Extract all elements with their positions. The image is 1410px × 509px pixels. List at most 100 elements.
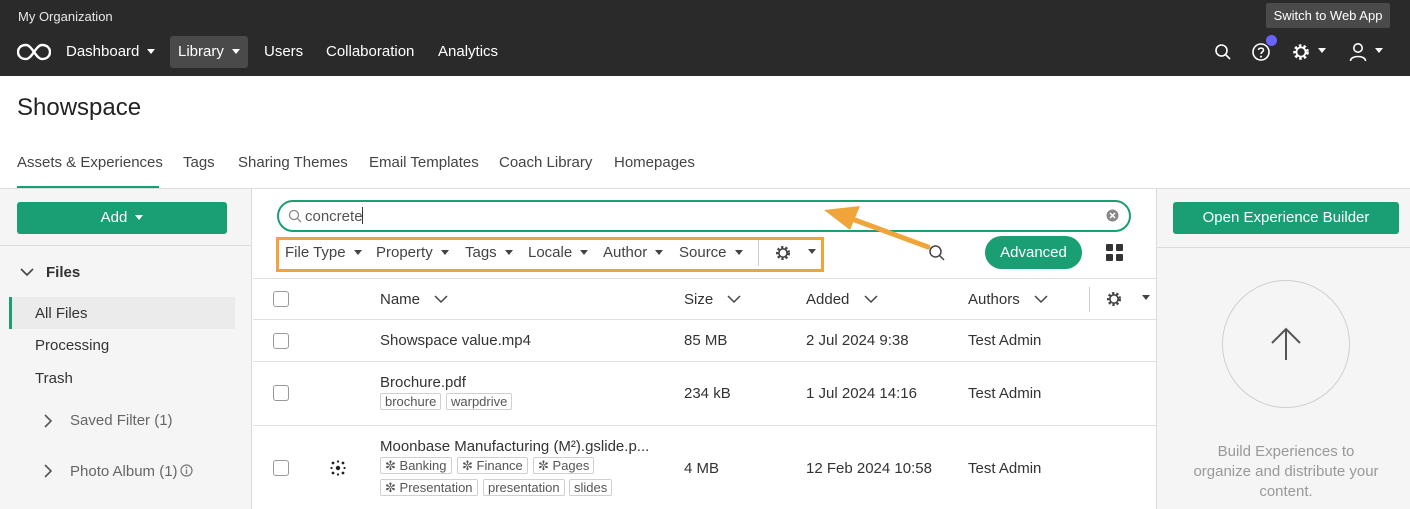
chevron-right-icon[interactable] xyxy=(44,414,53,428)
chevron-down-icon[interactable] xyxy=(1375,48,1383,53)
notification-badge xyxy=(1266,35,1277,46)
filter-locale-label: Locale xyxy=(528,244,573,261)
divider xyxy=(253,425,1156,426)
chevron-down-icon[interactable] xyxy=(1318,48,1326,53)
tag-chip[interactable]: ✼ Pages xyxy=(533,457,595,474)
select-all-checkbox[interactable] xyxy=(273,291,289,307)
gear-icon[interactable] xyxy=(1291,42,1311,62)
sidebar-item-saved-filter[interactable]: Saved Filter (1) xyxy=(70,412,173,429)
divider xyxy=(1157,247,1410,248)
tag-chip[interactable]: presentation xyxy=(483,479,565,496)
filter-file-type[interactable]: File Type xyxy=(285,244,362,261)
search-value[interactable]: concrete xyxy=(305,208,363,225)
file-name[interactable]: Brochure.pdf xyxy=(380,374,466,391)
search-icon[interactable] xyxy=(928,244,946,262)
user-icon[interactable] xyxy=(1349,42,1367,62)
build-experiences-text: Build Experiences to organize and distri… xyxy=(1193,443,1379,500)
logo-icon[interactable] xyxy=(17,42,51,62)
column-header-added-label: Added xyxy=(806,291,850,308)
tag-chip[interactable]: slides xyxy=(569,479,613,496)
chevron-right-icon[interactable] xyxy=(44,464,53,478)
network-icon: ✼ xyxy=(385,458,396,473)
search-icon[interactable] xyxy=(1214,43,1232,61)
grid-view-icon[interactable] xyxy=(1106,244,1123,261)
files-section-heading[interactable]: Files xyxy=(46,264,80,281)
search-icon xyxy=(288,209,302,223)
chevron-down-icon xyxy=(1034,295,1048,304)
add-button[interactable]: Add xyxy=(17,202,227,234)
row-checkbox[interactable] xyxy=(273,333,289,349)
tab-tags[interactable]: Tags xyxy=(183,154,215,171)
open-experience-builder-button[interactable]: Open Experience Builder xyxy=(1173,202,1399,234)
file-author: Test Admin xyxy=(968,332,1042,349)
file-size: 234 kB xyxy=(684,385,731,402)
filter-author[interactable]: Author xyxy=(603,244,664,261)
chevron-down-icon[interactable] xyxy=(1142,295,1150,300)
tab-email-templates[interactable]: Email Templates xyxy=(369,154,479,171)
sidebar-item-trash[interactable]: Trash xyxy=(35,370,73,387)
tab-sharing-themes[interactable]: Sharing Themes xyxy=(238,154,348,171)
organization-name: My Organization xyxy=(18,9,113,24)
info-icon[interactable] xyxy=(180,464,193,477)
tag-chip[interactable]: ✼ Finance xyxy=(457,457,528,474)
nav-users[interactable]: Users xyxy=(256,36,311,68)
tag-label: Pages xyxy=(552,458,590,473)
filter-property[interactable]: Property xyxy=(376,244,449,261)
nav-dashboard-label: Dashboard xyxy=(66,43,140,60)
tag-label: Finance xyxy=(476,458,523,473)
column-header-authors-label: Authors xyxy=(968,291,1020,308)
nav-collaboration[interactable]: Collaboration xyxy=(318,36,422,68)
column-header-authors[interactable]: Authors xyxy=(968,291,1048,308)
tag-label: Banking xyxy=(399,458,447,473)
filter-file-type-label: File Type xyxy=(285,244,346,261)
column-header-name[interactable]: Name xyxy=(380,291,448,308)
column-header-size[interactable]: Size xyxy=(684,291,741,308)
row-checkbox[interactable] xyxy=(273,385,289,401)
tab-coach-library[interactable]: Coach Library xyxy=(499,154,592,171)
network-icon: ✼ xyxy=(462,458,473,473)
clear-icon[interactable] xyxy=(1106,209,1119,222)
column-header-added[interactable]: Added xyxy=(806,291,878,308)
advanced-button[interactable]: Advanced xyxy=(985,236,1082,269)
search-input[interactable] xyxy=(277,200,1131,232)
network-icon: ✼ xyxy=(538,458,549,473)
file-added: 2 Jul 2024 9:38 xyxy=(806,332,909,349)
gear-icon[interactable] xyxy=(774,244,792,262)
sidebar-item-processing[interactable]: Processing xyxy=(35,337,109,354)
tag-chip[interactable]: ✼ Presentation xyxy=(380,479,478,496)
chevron-down-icon xyxy=(231,48,240,54)
tag-chip[interactable]: ✼ Banking xyxy=(380,457,452,474)
tab-homepages[interactable]: Homepages xyxy=(614,154,695,171)
sidebar-item-photo-album[interactable]: Photo Album (1) xyxy=(70,463,178,480)
nav-analytics[interactable]: Analytics xyxy=(430,36,506,68)
filter-locale[interactable]: Locale xyxy=(528,244,589,261)
filter-tags[interactable]: Tags xyxy=(465,244,513,261)
file-name[interactable]: Showspace value.mp4 xyxy=(380,332,531,349)
nav-library-label: Library xyxy=(178,43,224,60)
nav-library[interactable]: Library xyxy=(170,36,248,68)
divider xyxy=(1089,287,1090,312)
divider xyxy=(253,319,1156,320)
filter-tags-label: Tags xyxy=(465,244,497,261)
tab-assets-experiences[interactable]: Assets & Experiences xyxy=(17,154,163,171)
gear-icon[interactable] xyxy=(1105,290,1123,308)
annotation-arrow-icon xyxy=(824,206,931,250)
tag-chip[interactable]: warpdrive xyxy=(446,393,513,410)
filter-source[interactable]: Source xyxy=(679,244,743,261)
network-icon xyxy=(330,460,346,476)
tag-chip[interactable]: brochure xyxy=(380,393,442,410)
divider xyxy=(253,278,1156,279)
tag-label: Presentation xyxy=(399,480,473,495)
network-icon: ✼ xyxy=(385,480,396,495)
divider xyxy=(0,245,252,246)
row-checkbox[interactable] xyxy=(273,460,289,476)
switch-to-web-app-button[interactable]: Switch to Web App xyxy=(1266,3,1390,28)
file-name[interactable]: Moonbase Manufacturing (M²).gslide.p... xyxy=(380,438,649,455)
file-size: 4 MB xyxy=(684,460,720,477)
sidebar-item-all-files[interactable]: All Files xyxy=(35,305,88,322)
nav-dashboard[interactable]: Dashboard xyxy=(58,36,163,68)
chevron-down-icon xyxy=(655,249,664,255)
add-button-label: Add xyxy=(100,209,128,226)
chevron-down-icon[interactable] xyxy=(808,249,816,254)
chevron-down-icon[interactable] xyxy=(20,268,34,277)
